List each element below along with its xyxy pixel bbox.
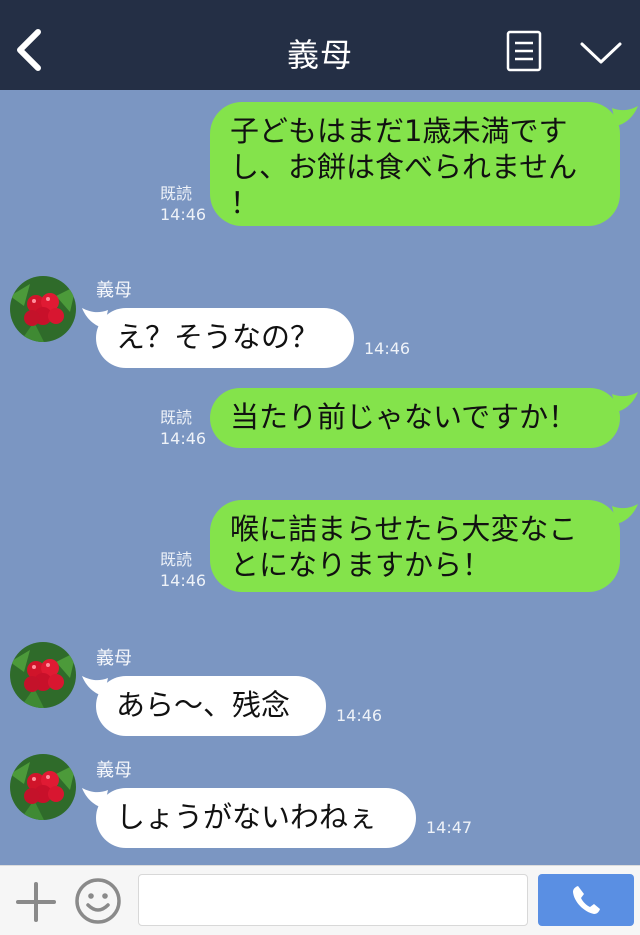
red-berries-photo [10, 754, 76, 820]
smiley-icon [75, 878, 121, 924]
sender-name: 義母 [96, 760, 132, 781]
red-berries-photo [10, 642, 76, 708]
message-time: 14:47 [426, 818, 473, 837]
chat-title: 義母 [286, 36, 353, 74]
menu-button[interactable] [506, 30, 542, 72]
incoming-message: え？そうなの？ [96, 308, 354, 368]
sender-name: 義母 [96, 648, 132, 669]
avatar[interactable] [10, 276, 76, 342]
message-input-bar [0, 865, 640, 935]
list-icon [506, 30, 542, 72]
read-receipt: 既読 14:46 [160, 550, 207, 590]
bubble-tail [612, 504, 638, 524]
plus-icon [16, 882, 56, 922]
call-button[interactable] [538, 874, 634, 926]
incoming-message: あら〜、残念 [96, 676, 326, 736]
red-berries-photo [10, 276, 76, 342]
bubble-tail [612, 392, 638, 412]
read-receipt: 既読 14:46 [160, 184, 207, 224]
message-input[interactable] [138, 874, 528, 926]
chevron-down-icon [580, 42, 622, 64]
outgoing-message: 喉に詰まらせたら大変なこ とになりますから！ [210, 500, 620, 592]
emoji-button[interactable] [73, 876, 123, 926]
outgoing-message: 当たり前じゃないですか！ [210, 388, 620, 448]
chat-header: 義母 [0, 0, 640, 90]
read-receipt: 既読 14:46 [160, 408, 207, 448]
phone-icon [573, 886, 600, 914]
collapse-button[interactable] [578, 38, 624, 68]
incoming-message: しょうがないわねぇ [96, 788, 416, 848]
outgoing-message: 子どもはまだ1歳未満です し、お餅は食べられません ！ [210, 102, 620, 226]
avatar[interactable] [10, 642, 76, 708]
message-time: 14:46 [336, 706, 383, 725]
avatar[interactable] [10, 754, 76, 820]
add-button[interactable] [14, 880, 58, 924]
sender-name: 義母 [96, 280, 132, 301]
message-time: 14:46 [364, 339, 411, 358]
bubble-tail [612, 106, 638, 126]
chat-log[interactable]: 既読 14:46 子どもはまだ1歳未満です し、お餅は食べられません ！ 義母 … [0, 90, 640, 865]
